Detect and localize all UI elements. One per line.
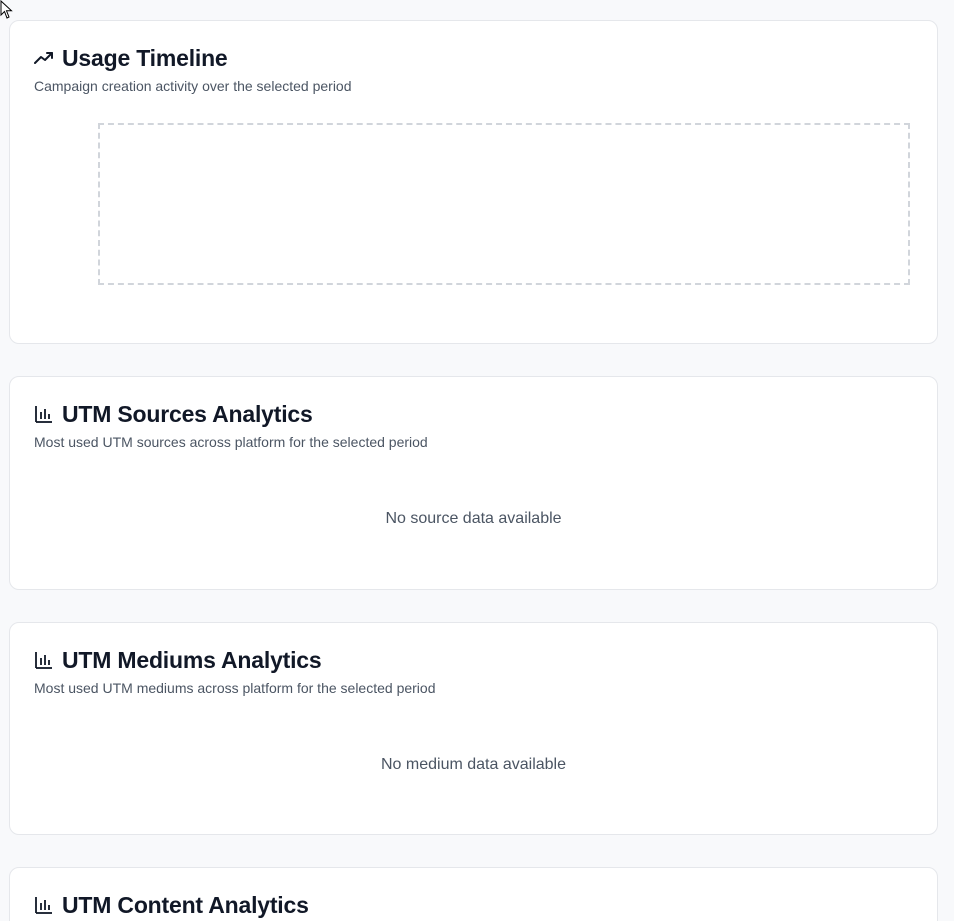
card-title-row: Usage Timeline [34, 43, 913, 73]
analytics-page: Usage Timeline Campaign creation activit… [0, 0, 954, 921]
card-header: UTM Content Analytics [34, 890, 913, 920]
card-subtitle: Campaign creation activity over the sele… [34, 78, 352, 94]
card-header: Usage Timeline Campaign creation activit… [34, 43, 913, 95]
bar-chart-icon [34, 650, 54, 670]
card-header: UTM Mediums Analytics Most used UTM medi… [34, 645, 913, 697]
card-title-row: UTM Sources Analytics [34, 399, 913, 429]
card-subtitle: Most used UTM mediums across platform fo… [34, 680, 436, 696]
empty-state-text: No source data available [385, 510, 562, 527]
bar-chart-icon [34, 404, 54, 424]
card-subtitle: Most used UTM sources across platform fo… [34, 434, 428, 450]
utm-sources-card: UTM Sources Analytics Most used UTM sour… [9, 376, 938, 590]
usage-timeline-card: Usage Timeline Campaign creation activit… [9, 20, 938, 344]
card-header: UTM Sources Analytics Most used UTM sour… [34, 399, 913, 451]
bar-chart-icon [34, 895, 54, 915]
utm-mediums-card: UTM Mediums Analytics Most used UTM medi… [9, 622, 938, 835]
card-title: UTM Content Analytics [62, 892, 309, 918]
mouse-cursor-icon [0, 0, 13, 19]
trending-up-icon [34, 48, 54, 68]
utm-content-card: UTM Content Analytics [9, 867, 938, 921]
card-title-row: UTM Mediums Analytics [34, 645, 913, 675]
card-title: UTM Mediums Analytics [62, 647, 322, 673]
card-title: Usage Timeline [62, 45, 228, 71]
card-title-row: UTM Content Analytics [34, 890, 913, 920]
timeline-chart-placeholder [98, 123, 910, 285]
card-title: UTM Sources Analytics [62, 401, 313, 427]
empty-state-text: No medium data available [381, 756, 566, 773]
